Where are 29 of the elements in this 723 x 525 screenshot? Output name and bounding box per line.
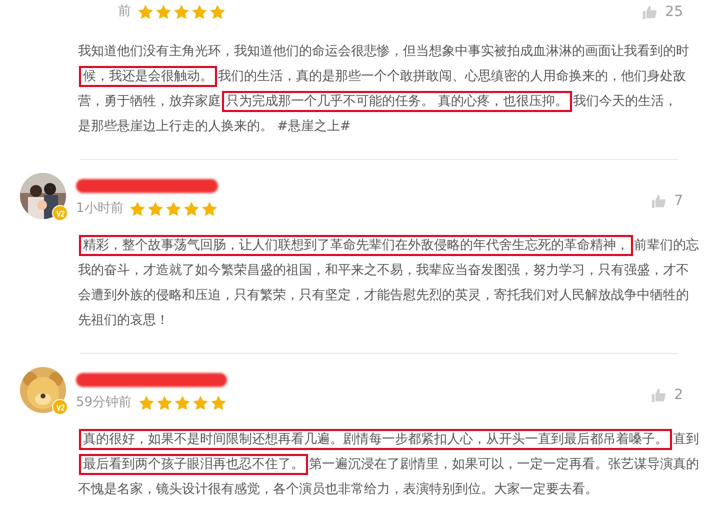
comment-time: 59分钟前 <box>76 394 132 412</box>
like-count: 25 <box>665 3 683 22</box>
comment-time: 前 <box>118 3 131 21</box>
star-icon <box>156 394 173 411</box>
star-icon <box>192 394 209 411</box>
star-icon <box>201 200 218 217</box>
star-icon <box>165 200 182 217</box>
comment-text: 精彩，整个故事荡气回肠，让人们联想到了革命先辈们在外敌侵略的年代舍生忘死的革命精神， 前辈们的忘 我的奋斗，才造就了如今繁荣昌盛的祖国，和平来之不易，我辈应当奋发图强，努力学习，只有强盛，才不 会遭到外族的侵略和压迫，只有繁荣，只有坚定，才能告慰先烈的英灵，寄托我们对人民解放战争中牺牲的 先祖们的哀思！ <box>78 233 718 333</box>
like-count: 7 <box>674 192 683 211</box>
star-icon <box>137 4 154 20</box>
star-icon <box>174 394 191 411</box>
level-badge-icon <box>52 205 68 221</box>
star-icon <box>209 4 226 20</box>
star-icon <box>210 394 227 411</box>
star-icon <box>138 394 155 411</box>
star-icon <box>155 4 172 20</box>
thumbs-up-icon[interactable] <box>651 194 666 209</box>
level-badge-icon <box>52 399 68 415</box>
comment-text: 真的很好，如果不是时间限制还想再看几遍。剧情每一步都紧扣人心，从开头一直到最后都吊着嗓子。 直到 最后看到两个孩子眼泪再也忍不住了。 第一遍沉浸在了剧情里，如果可以，一定一定再看。张艺谋导演真的 不愧是名家，镜头设计很有感觉，各个演员也非常给力，表演特别到位。大家一定要去看。 <box>78 427 718 502</box>
thumbs-up-icon[interactable] <box>651 388 666 403</box>
like-count: 2 <box>674 386 683 405</box>
star-icon <box>183 200 200 217</box>
comment-time: 1小时前 <box>76 200 124 218</box>
star-icon <box>173 4 190 20</box>
star-icon <box>191 4 208 20</box>
comment-text: 我知道他们没有主角光环，我知道他们的命运会很悲惨，但当想象中事实被拍成血淋淋的画面让我看到的时 候，我还是会很触动。 我们的生活，真的是那些一个个敢拼敢闯、心思缜密的人用命换来的，他们身处敌 营，勇于牺牲，放弃家庭 只为完成那一个几乎不可能的任务。 真的心疼，也很压抑。 我们今天的生活， 是那些悬崖边上行走的人换来的。 #悬崖之上# <box>78 43 690 136</box>
thumbs-up-icon[interactable] <box>642 5 658 20</box>
star-icon <box>129 200 146 217</box>
star-icon <box>147 200 164 217</box>
